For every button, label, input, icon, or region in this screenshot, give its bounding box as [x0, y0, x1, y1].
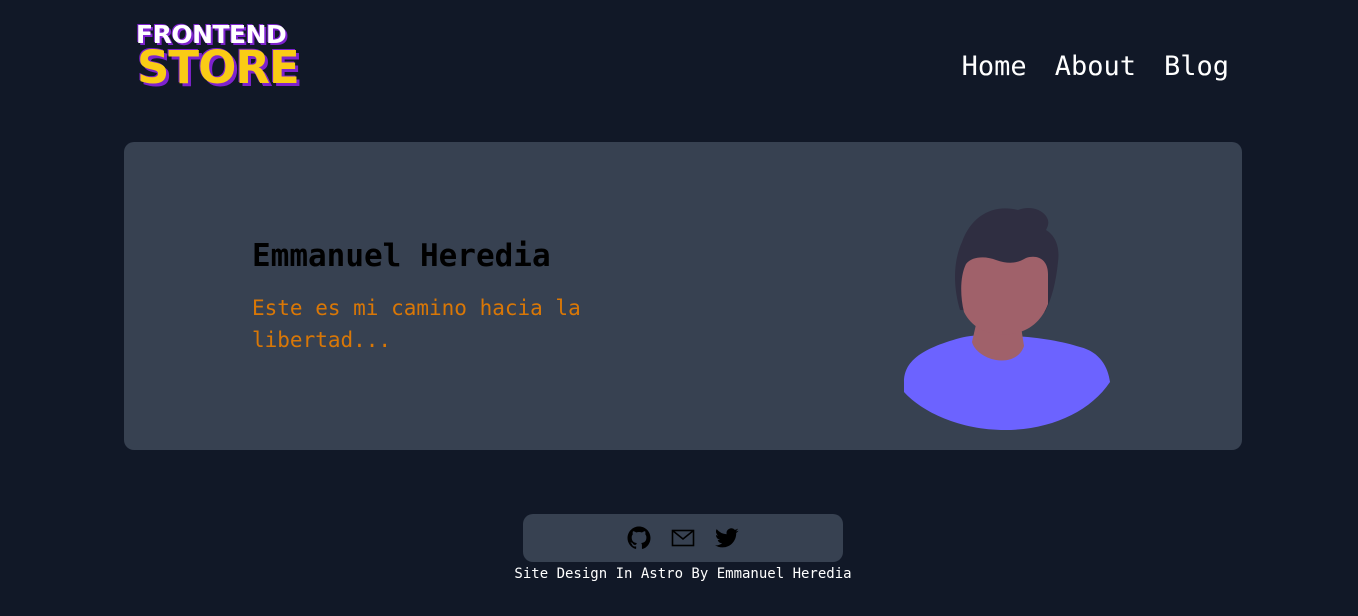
footer-social-bar	[523, 514, 843, 562]
hero-card: Emmanuel Heredia Este es mi camino hacia…	[124, 142, 1242, 450]
github-icon	[627, 526, 651, 549]
avatar-face	[961, 256, 1048, 335]
twitter-link[interactable]	[715, 526, 739, 550]
site-logo[interactable]: FRONTEND STORE	[136, 18, 326, 94]
hero-tagline: Este es mi camino hacia la libertad...	[252, 296, 581, 352]
mail-icon	[671, 529, 695, 547]
person-avatar-icon	[904, 208, 1110, 430]
nav-link-about[interactable]: About	[1055, 50, 1136, 84]
footer-credit: Site Design In Astro By Emmanuel Heredia	[514, 566, 852, 582]
main-nav: Home About Blog	[962, 50, 1229, 84]
nav-link-home[interactable]: Home	[962, 50, 1027, 84]
hero-name: Emmanuel Heredia	[252, 238, 551, 274]
nav-link-blog[interactable]: Blog	[1164, 50, 1229, 84]
logo-text-store: STORE	[137, 41, 300, 94]
email-link[interactable]	[671, 526, 695, 550]
twitter-icon	[715, 528, 739, 548]
github-link[interactable]	[627, 526, 651, 550]
